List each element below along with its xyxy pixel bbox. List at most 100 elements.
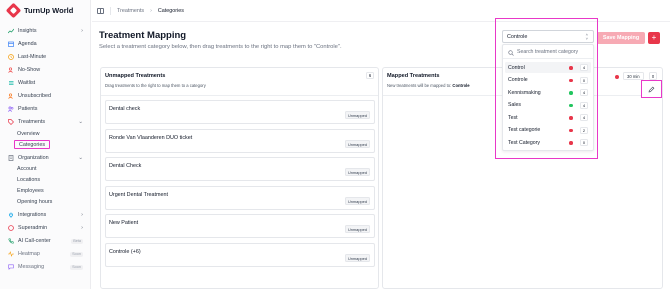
- page-title: Treatment Mapping: [99, 30, 187, 41]
- category-search-input[interactable]: [517, 48, 587, 55]
- chevron-right-icon: ›: [81, 28, 83, 34]
- unmapped-count-badge: 6: [366, 72, 374, 79]
- status-badge: Unmapped: [344, 225, 370, 233]
- chevron-right-icon: ›: [81, 225, 83, 231]
- category-select[interactable]: Controle ˄ ˅: [502, 30, 594, 43]
- sidebar-item-unsubscribed[interactable]: Unsubscribed: [8, 91, 83, 101]
- phone-icon: [8, 238, 14, 244]
- sidebar-item-waitlist[interactable]: Waitlist: [8, 78, 83, 88]
- breadcrumb: Treatments › Categories: [117, 8, 184, 14]
- edit-category-button[interactable]: [641, 80, 662, 98]
- shield-icon: [8, 225, 14, 231]
- sidebar-subitem-employees[interactable]: Employees: [17, 186, 44, 195]
- option-count: 4: [580, 101, 588, 109]
- category-option-controle[interactable]: Controle 0: [505, 75, 591, 86]
- treatment-card[interactable]: Dental Check Unmapped: [105, 157, 375, 181]
- sidebar-item-messaging[interactable]: Messaging Soon: [8, 262, 83, 272]
- category-color-dot: [615, 75, 619, 79]
- sidebar-item-label: Agenda: [18, 41, 37, 47]
- treatment-card[interactable]: New Patient Unmapped: [105, 214, 375, 238]
- sidebar-subitem-locations[interactable]: Locations: [17, 175, 40, 184]
- sidebar-item-label: Organization: [18, 155, 49, 161]
- divider: [110, 6, 111, 15]
- activity-icon: [8, 251, 14, 257]
- category-option-test[interactable]: Test 4: [505, 112, 591, 123]
- treatment-card[interactable]: Urgent Dental Treatment Unmapped: [105, 186, 375, 210]
- list-icon: [8, 80, 14, 86]
- sidebar: TurnUp World Insights › Agenda Last-Minu…: [0, 0, 91, 289]
- sidebar-item-label: Messaging: [18, 264, 45, 270]
- sidebar-item-organization[interactable]: Organization ⌄: [8, 153, 83, 163]
- treatment-card[interactable]: Ronde Van Vlaanderen DUO ticket Unmapped: [105, 129, 375, 153]
- sidebar-subitem-opening-hours[interactable]: Opening hours: [17, 197, 52, 206]
- soon-badge: Soon: [70, 251, 83, 257]
- sidebar-subitem-categories[interactable]: Categories: [14, 140, 51, 149]
- treatment-name: Dental Check: [109, 163, 142, 169]
- chevron-right-icon: ›: [81, 212, 83, 218]
- unmapped-treatments-panel: Unmapped Treatments Drag treatments to t…: [100, 67, 379, 289]
- save-mapping-button[interactable]: Save Mapping: [597, 32, 645, 44]
- building-icon: [8, 155, 14, 161]
- brand-name: TurnUp World: [24, 6, 74, 15]
- sidebar-item-integrations[interactable]: Integrations ›: [8, 210, 83, 220]
- add-category-button[interactable]: +: [648, 32, 660, 44]
- category-color-dot: [569, 141, 573, 145]
- category-color-dot: [569, 91, 573, 95]
- brand[interactable]: TurnUp World: [5, 2, 74, 19]
- sidebar-item-ai-call-center[interactable]: AI Call-center Beta: [8, 236, 83, 246]
- sidebar-item-heatmap[interactable]: Heatmap Soon: [8, 249, 83, 259]
- description-text: New treatments will be mapped to:: [387, 83, 452, 88]
- sidebar-item-no-show[interactable]: No-Show: [8, 65, 83, 75]
- chart-line-icon: [8, 28, 14, 34]
- treatment-name: Ronde Van Vlaanderen DUO ticket: [109, 135, 193, 141]
- status-badge: Unmapped: [344, 197, 370, 205]
- status-badge: Unmapped: [344, 111, 370, 119]
- category-color-dot: [569, 128, 573, 132]
- sidebar-item-patients[interactable]: Patients: [8, 104, 83, 114]
- chevron-down-icon: ⌄: [78, 119, 83, 125]
- option-label: Test categorie: [508, 127, 541, 133]
- sidebar-subitem-overview[interactable]: Overview: [17, 129, 39, 138]
- message-icon: [8, 264, 14, 270]
- sidebar-item-treatments[interactable]: Treatments ⌄: [8, 117, 83, 127]
- option-count: 4: [580, 89, 588, 96]
- category-color-dot: [569, 103, 573, 107]
- sidebar-item-label: Unsubscribed: [18, 93, 51, 99]
- panel-description: Drag treatments to the right to map them…: [105, 83, 206, 88]
- search-icon: [508, 43, 514, 61]
- sidebar-toggle-icon[interactable]: [97, 7, 104, 14]
- sidebar-item-label: Last-Minute: [18, 54, 47, 60]
- treatment-card[interactable]: Controle (+6) Unmapped: [105, 243, 375, 267]
- soon-badge: Soon: [70, 264, 83, 270]
- category-option-test-category[interactable]: Test Category 0: [505, 137, 591, 148]
- sidebar-item-label: Waitlist: [18, 80, 36, 86]
- sidebar-item-label: Treatments: [18, 119, 46, 125]
- sidebar-subitem-account[interactable]: Account: [17, 164, 36, 173]
- category-option-sales[interactable]: Sales 4: [505, 100, 591, 111]
- sidebar-item-last-minute[interactable]: Last-Minute: [8, 52, 83, 62]
- category-option-control[interactable]: Control 4: [505, 62, 591, 73]
- sidebar-item-insights[interactable]: Insights ›: [8, 26, 83, 36]
- treatment-card[interactable]: Dental check Unmapped: [105, 100, 375, 124]
- sidebar-item-label: Heatmap: [18, 251, 40, 257]
- category-option-kennismaking[interactable]: Kennismaking 4: [505, 87, 591, 98]
- category-option-test-categorie[interactable]: Test categorie 2: [505, 125, 591, 136]
- treatment-name: Controle (+6): [109, 249, 141, 255]
- option-label: Control: [508, 64, 525, 71]
- option-count: 4: [580, 114, 588, 121]
- selected-category: Controle: [507, 33, 528, 40]
- turnup-logo-icon: [5, 2, 22, 19]
- sidebar-item-superadmin[interactable]: Superadmin ›: [8, 223, 83, 233]
- option-label: Sales: [508, 102, 521, 108]
- page-subtitle: Select a treatment category below, then …: [99, 44, 342, 50]
- calendar-icon: [8, 41, 14, 47]
- sidebar-item-label: Integrations: [18, 212, 47, 218]
- user-minus-icon: [8, 93, 14, 99]
- option-label: Test: [508, 114, 518, 121]
- beta-badge: Beta: [71, 238, 83, 244]
- sidebar-item-agenda[interactable]: Agenda: [8, 39, 83, 49]
- option-count: 4: [580, 64, 588, 71]
- breadcrumb-treatments[interactable]: Treatments: [117, 8, 144, 14]
- status-badge: Unmapped: [344, 140, 370, 148]
- status-badge: Unmapped: [344, 168, 370, 176]
